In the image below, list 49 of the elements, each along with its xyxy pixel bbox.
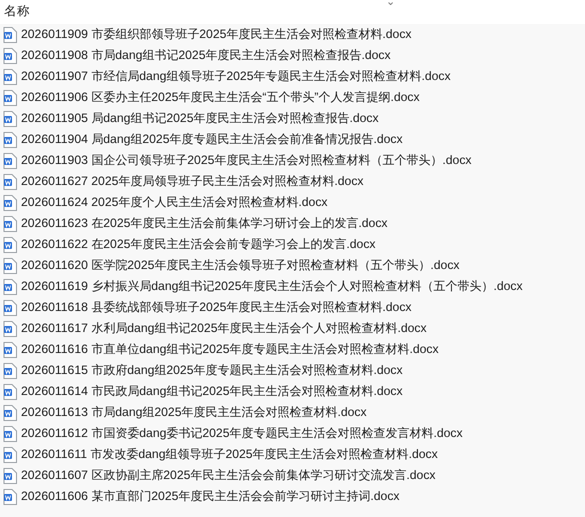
document-icon [3, 488, 17, 504]
file-name[interactable]: 2026011618 县委统战部领导班子2025年度民主生活会对照检查材料.docx [21, 299, 412, 316]
file-name[interactable]: 2026011904 局dang组2025年度专题民主生活会会前准备情况报告.docx [21, 131, 403, 148]
file-name[interactable]: 2026011617 水利局dang组书记2025年度民主生活会个人对照检查材料.docx [21, 320, 427, 337]
document-icon [3, 300, 17, 316]
document-icon [3, 152, 17, 168]
file-name[interactable]: 2026011908 市局dang组书记2025年度民主生活会对照检查报告.docx [21, 47, 391, 64]
file-name[interactable]: 2026011909 市委组织部领导班子2025年度民主生活会对照检查材料.docx [21, 26, 412, 43]
document-icon [3, 468, 17, 484]
sort-indicator: ⌄ [386, 0, 396, 7]
document-icon [3, 320, 17, 336]
file-name[interactable]: 2026011613 市局dang组2025年度民主生活会对照检查材料.docx [21, 404, 367, 421]
file-name[interactable]: 2026011624 2025年度个人民主生活会对照检查材料.docx [21, 194, 328, 211]
file-name[interactable]: 2026011612 市国资委dang委书记2025年度专题民主生活会对照检查发言材料.docx [21, 425, 463, 442]
document-icon [3, 48, 17, 64]
document-icon [3, 258, 17, 274]
file-name[interactable]: 2026011614 市民政局dang组书记2025年民主生活会对照检查材料.docx [21, 383, 403, 400]
file-name[interactable]: 2026011606 某市直部门2025年度民主生活会会前学习研讨主持词.docx [21, 488, 400, 505]
document-icon [3, 404, 17, 420]
file-name[interactable]: 2026011616 市直单位dang组书记2025年度专题民主生活会对照检查材料.docx [21, 341, 439, 358]
file-name[interactable]: 2026011622 在2025年度民主生活会会前专题学习会上的发言.docx [21, 236, 376, 253]
document-icon [3, 194, 17, 210]
name-column-label: 名称 [4, 3, 30, 20]
file-name[interactable]: 2026011607 区政协副主席2025年民主生活会会前集体学习研讨交流发言.docx [21, 467, 436, 484]
document-icon [3, 236, 17, 252]
file-name[interactable]: 2026011627 2025年度局领导班子民主生活会对照检查材料.docx [21, 173, 364, 190]
file-name[interactable]: 2026011903 国企公司领导班子2025年度民主生活会对照检查材料（五个带头）.docx [21, 152, 472, 169]
file-name[interactable]: 2026011619 乡村振兴局dang组书记2025年度民主生活会个人对照检查材料（五个带头）.docx [21, 278, 523, 295]
file-name[interactable]: 2026011907 市经信局dang组领导班子2025年专题民主生活会对照检查材料.docx [21, 68, 451, 85]
file-name[interactable]: 2026011620 医学院2025年度民主生活会领导班子对照检查材料（五个带头）.docx [21, 257, 460, 274]
document-icon [3, 362, 17, 378]
document-icon [3, 68, 17, 84]
document-icon [3, 216, 17, 232]
document-icon [3, 26, 17, 42]
file-name[interactable]: 2026011615 市政府dang组2025年度专题民主生活会对照检查材料.docx [21, 362, 403, 379]
document-icon [3, 174, 17, 190]
document-icon [3, 110, 17, 126]
document-icon [3, 426, 17, 442]
document-icon [3, 446, 17, 462]
document-icon [3, 342, 17, 358]
document-icon [3, 90, 17, 106]
document-icon [3, 278, 17, 294]
file-name[interactable]: 2026011905 局dang组书记2025年度民主生活会对照检查报告.docx [21, 110, 379, 127]
document-icon [3, 132, 17, 148]
document-icon [3, 384, 17, 400]
column-header[interactable]: 名称 ⌄ [0, 0, 585, 24]
file-name[interactable]: 2026011611 市发改委dang组领导班子2025年度民主生活会对照检查材料.docx [21, 446, 438, 463]
file-name[interactable]: 2026011906 区委办主任2025年度民主生活会“五个带头”个人发言提纲.docx [21, 89, 420, 106]
file-name[interactable]: 2026011623 在2025年度民主生活会前集体学习研讨会上的发言.docx [21, 215, 388, 232]
